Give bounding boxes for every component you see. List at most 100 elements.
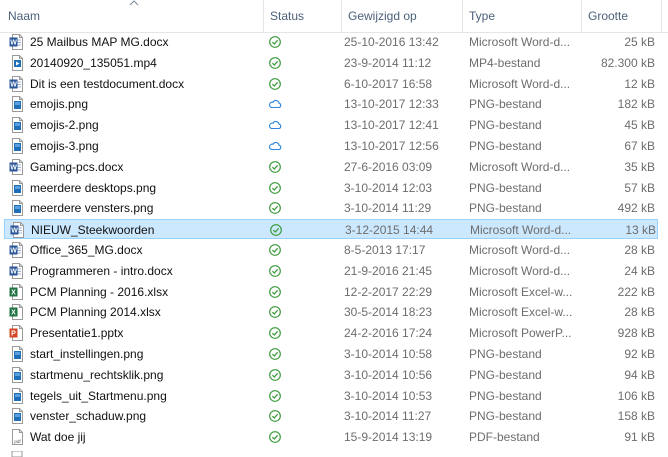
file-name: emojis-3.png [30,139,99,153]
image-file-icon [12,387,23,404]
file-row[interactable]: pdf Wat doe jij 15-9-2014 13:19 PDF-bestand… [4,427,658,447]
file-row[interactable]: startmenu_rechtsklik.png 3-10-2014 10:56 P… [4,365,658,385]
svg-text:P: P [11,331,16,338]
file-modified-date: 3-10-2014 10:56 [344,367,433,382]
file-type: Microsoft Excel-w... [469,305,573,320]
file-modified-date: 3-10-2014 11:27 [344,409,432,424]
powerpoint-file-icon: P [9,325,23,342]
synced-check-icon [269,181,281,194]
file-row[interactable]: meerdere vensters.png 3-10-2014 11:29 PNG-… [4,198,658,218]
file-size: 222 kB [617,284,655,299]
file-row[interactable]: X PCM Planning 2014.xlsx 30-5-2014 18:23 Mi… [4,302,658,322]
synced-check-icon [269,244,281,256]
file-modified-date: 30-5-2014 18:23 [344,305,433,320]
column-header-modified[interactable]: Gewijzigd op [342,0,463,32]
file-type: Microsoft Word-d... [469,243,571,257]
file-modified-date: 12-2-2017 22:29 [344,284,433,299]
file-type: Microsoft Word-d... [469,263,571,278]
file-modified-date: 6-10-2017 16:58 [344,76,433,91]
file-row[interactable]: tegels_uit_Startmenu.png 3-10-2014 10:53 P… [4,386,658,406]
file-type: MP4-bestand [469,55,541,70]
file-row[interactable]: start_instellingen.png 3-10-2014 10:58 PNG… [4,344,658,364]
image-file-icon [12,96,23,113]
file-type: Microsoft Excel-w... [469,284,573,299]
file-name: Gaming-pcs.docx [30,159,124,174]
cloud-status-icon [268,141,282,151]
file-row[interactable]: W Office_365_MG.docx 8-5-2013 17:17 Microso… [4,240,658,260]
video-file-icon [12,54,23,71]
file-modified-date: 23-9-2014 11:12 [344,55,432,70]
svg-text:W: W [10,268,17,275]
svg-text:W: W [10,81,17,88]
file-row[interactable]: W Gaming-pcs.docx 27-6-2016 03:09 Microsoft… [4,157,658,177]
file-size: 28 kB [624,243,655,257]
sync-status [268,136,288,156]
cloud-status-icon [268,121,282,130]
sync-status [268,365,288,385]
file-row[interactable]: W Programmeren - intro.docx 21-9-2016 21:4… [4,261,658,281]
synced-check-icon [269,77,281,90]
file-type: PNG-bestand [469,180,542,195]
file-type: PNG-bestand [469,367,542,382]
file-type: PNG-bestand [469,388,542,403]
file-row[interactable]: meerdere desktops.png 3-10-2014 12:03 PNG-… [4,178,658,198]
file-modified-date: 3-10-2014 10:53 [344,388,433,403]
file-name: PCM Planning 2014.xlsx [30,305,161,320]
file-size: 45 kB [624,118,655,133]
file-row[interactable]: W 25 Mailbus MAP MG.docx 25-10-2016 13:42 M… [4,32,658,52]
file-row[interactable]: W NIEUW_Steekwoorden 3-12-2015 14:44 Micros… [4,219,658,240]
svg-text:X: X [11,289,16,296]
column-header-size[interactable]: Grootte [582,0,662,32]
file-name: meerdere vensters.png [30,201,154,216]
file-row[interactable]: emojis-2.png 13-10-2017 12:41 PNG-bestand 4… [4,115,658,135]
file-size: 492 kB [617,201,655,216]
synced-check-icon [269,160,281,173]
partial-next-row [4,451,658,457]
sync-status [268,323,288,343]
sync-status [268,282,288,302]
file-row[interactable]: 20140920_135051.mp4 23-9-2014 11:12 MP4-be… [4,53,658,73]
file-type: PDF-bestand [469,430,540,445]
file-modified-date: 13-10-2017 12:33 [344,97,439,112]
synced-check-icon [269,202,281,215]
column-header-status[interactable]: Status [264,0,342,32]
file-size: 57 kB [624,180,655,195]
file-type: PNG-bestand [469,118,542,133]
file-size: 13 kB [625,223,656,238]
synced-check-icon [269,410,281,423]
sync-status [268,94,288,114]
image-file-icon [12,200,23,217]
file-size: 106 kB [617,388,655,403]
file-name: start_instellingen.png [30,347,144,361]
sync-status [268,386,288,406]
file-row[interactable]: emojis-3.png 13-10-2017 12:56 PNG-bestand 6… [4,136,658,156]
file-type: Microsoft Word-d... [470,223,572,238]
file-modified-date: 27-6-2016 03:09 [344,159,433,174]
file-row[interactable]: W Dit is een testdocument.docx 6-10-2017 1… [4,74,658,94]
synced-check-icon [269,285,281,298]
file-size: 24 kB [624,263,655,278]
file-type: Microsoft PowerP... [469,326,572,341]
file-row[interactable]: X PCM Planning - 2016.xlsx 12-2-2017 22:29… [4,282,658,302]
excel-file-icon: X [9,283,23,300]
file-name: PCM Planning - 2016.xlsx [30,284,169,299]
synced-check-icon [269,389,281,402]
sync-status [268,178,288,198]
synced-check-icon [269,327,281,340]
sort-ascending-icon [129,0,139,6]
column-header-name[interactable]: Naam [2,0,264,32]
file-name: meerdere desktops.png [30,180,157,195]
file-row[interactable]: emojis.png 13-10-2017 12:33 PNG-bestand 182… [4,94,658,114]
column-header-type[interactable]: Type [463,0,582,32]
sync-status [268,302,288,322]
sync-status [268,427,288,447]
image-file-icon [12,138,23,154]
column-header-name-label: Naam [8,9,41,23]
file-size: 25 kB [624,35,655,49]
sync-status [268,344,288,364]
file-row[interactable]: venster_schaduw.png 3-10-2014 11:27 PNG-be… [4,406,658,426]
file-row[interactable]: P Presentatie1.pptx 24-2-2016 17:24 Microso… [4,323,658,343]
file-name: tegels_uit_Startmenu.png [30,388,167,403]
file-modified-date: 13-10-2017 12:41 [344,118,439,133]
file-modified-date: 3-10-2014 10:58 [344,347,433,361]
